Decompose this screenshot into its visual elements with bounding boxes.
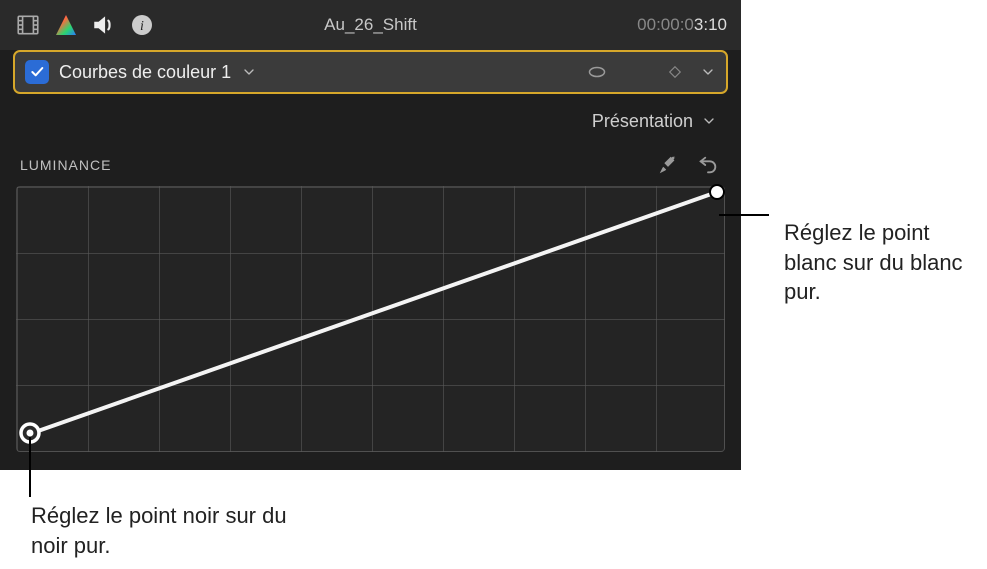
curve-tools — [657, 154, 719, 176]
curve-title: LUMINANCE — [20, 157, 111, 173]
luminance-curve-section: LUMINANCE — [0, 144, 741, 470]
timecode-bright: 3:10 — [694, 15, 727, 34]
video-tab-icon[interactable] — [14, 11, 42, 39]
curve-header: LUMINANCE — [16, 144, 725, 186]
inspector-tabs: i Au_26_Shift 00:00:03:10 — [0, 0, 741, 50]
color-tab-icon[interactable] — [52, 11, 80, 39]
effect-options-chevron-icon[interactable] — [700, 64, 716, 80]
callout-line-black — [29, 437, 31, 497]
callout-black-text: Réglez le point noir sur du noir pur. — [31, 503, 287, 558]
callout-white-text: Réglez le point blanc sur du blanc pur. — [784, 220, 963, 304]
keyframe-controls[interactable] — [668, 65, 682, 79]
mask-icon[interactable] — [586, 61, 608, 83]
callout-line-white — [719, 214, 769, 216]
eyedropper-icon[interactable] — [657, 154, 679, 176]
black-point-handle-inner — [26, 430, 33, 437]
view-menu-label[interactable]: Présentation — [592, 111, 693, 132]
info-tab-icon[interactable]: i — [128, 11, 156, 39]
curve-svg[interactable] — [16, 186, 725, 452]
callout-white-point: Réglez le point blanc sur du blanc pur. — [784, 218, 974, 307]
timecode-dim: 00:00:0 — [637, 15, 694, 34]
callout-black-point: Réglez le point noir sur du noir pur. — [31, 501, 291, 560]
effect-dropdown-chevron-icon[interactable] — [241, 64, 257, 80]
effect-name-label: Courbes de couleur 1 — [59, 62, 231, 83]
clip-title: Au_26_Shift — [324, 15, 417, 35]
timecode: 00:00:03:10 — [637, 15, 727, 35]
view-menu-chevron-icon[interactable] — [701, 113, 717, 129]
effect-row-container: Courbes de couleur 1 — [0, 50, 741, 98]
svg-text:i: i — [140, 19, 144, 34]
effect-enable-checkbox[interactable] — [25, 60, 49, 84]
white-point-handle[interactable] — [710, 185, 724, 199]
keyframe-diamond-icon[interactable] — [668, 65, 682, 79]
audio-tab-icon[interactable] — [90, 11, 118, 39]
reset-icon[interactable] — [697, 154, 719, 176]
view-menu-row: Présentation — [0, 98, 741, 144]
curve-line[interactable] — [21, 192, 717, 437]
inspector-panel: i Au_26_Shift 00:00:03:10 Courbes de cou… — [0, 0, 741, 470]
color-curves-effect-row[interactable]: Courbes de couleur 1 — [13, 50, 728, 94]
luminance-curve-grid[interactable] — [16, 186, 725, 452]
curve-grid-wrap — [16, 186, 725, 452]
